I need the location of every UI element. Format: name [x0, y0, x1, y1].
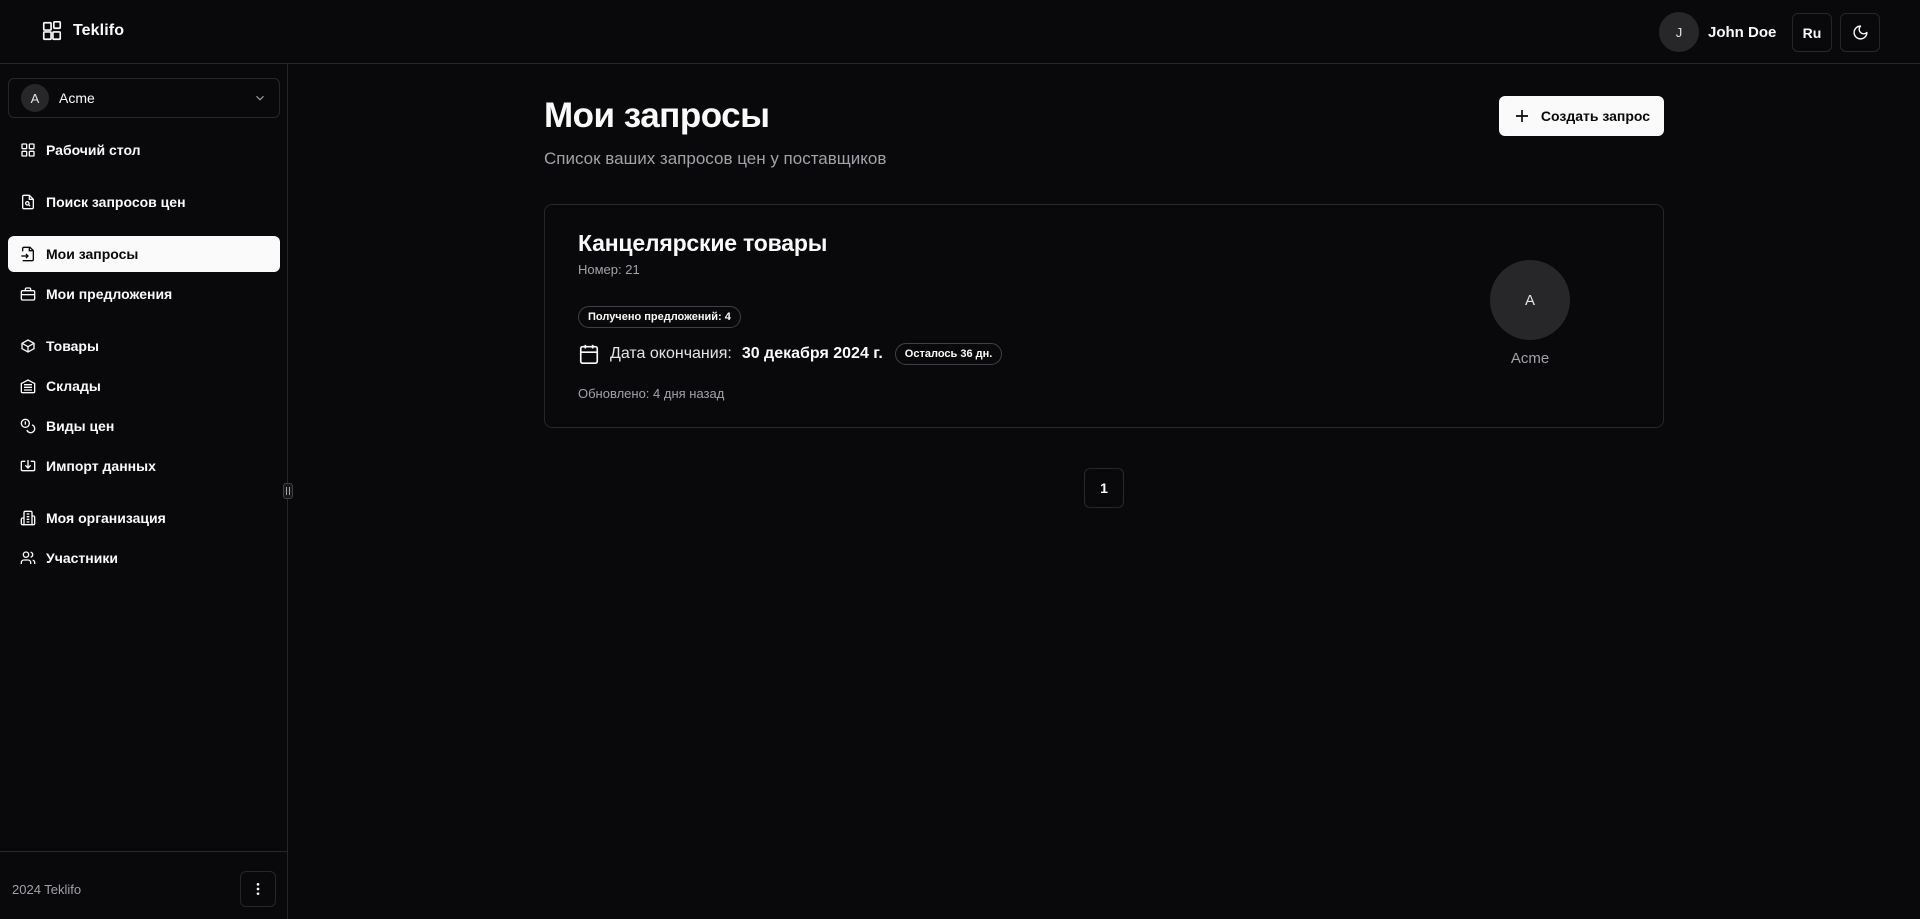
coins-icon [20, 418, 36, 434]
sidebar-resize-handle[interactable] [283, 483, 293, 499]
company-avatar: A [1490, 260, 1570, 340]
language-button[interactable]: Ru [1792, 13, 1832, 52]
pagination-page-button[interactable]: 1 [1084, 468, 1124, 508]
dashboard-icon [21, 143, 35, 157]
request-card[interactable]: Канцелярские товары Номер: 21 Получено п… [544, 204, 1664, 428]
updated-text: Обновлено: 4 дня назад [578, 386, 725, 401]
sidebar-item-my-organization[interactable]: Моя организация [8, 500, 280, 536]
request-title[interactable]: Канцелярские товары [578, 230, 827, 257]
brand-name: Teklifo [73, 22, 125, 39]
theme-toggle-button[interactable] [1840, 13, 1880, 52]
sidebar-item-warehouses[interactable]: Склады [8, 368, 280, 404]
sidebar-item-search-requests[interactable]: Поиск запросов цен [8, 184, 280, 220]
create-request-label: Создать запрос [1540, 108, 1651, 124]
organization-switcher[interactable]: A Acme [8, 78, 280, 118]
moon-icon [1852, 25, 1868, 40]
deadline-row: Дата окончания: 30 декабря 2024 г. Остал… [578, 343, 1003, 365]
calendar-icon [579, 344, 599, 364]
sidebar-item-my-requests[interactable]: Мои запросы [8, 236, 280, 272]
page-subtitle: Список ваших запросов цен у поставщиков [544, 149, 887, 168]
sidebar-item-my-offers[interactable]: Мои предложения [8, 276, 280, 312]
sidebar-footer: 2024 Teklifo [0, 851, 287, 919]
copyright-text: 2024 Teklifo [12, 882, 82, 897]
users-icon [20, 551, 36, 564]
file-input-icon [21, 246, 34, 262]
sidebar-item-label: Склады [46, 378, 101, 394]
create-request-button[interactable]: Создать запрос [1499, 96, 1664, 136]
sidebar-item-label: Рабочий стол [46, 142, 141, 158]
sidebar-item-label: Моя организация [46, 510, 166, 526]
sidebar-item-label: Товары [46, 338, 99, 354]
org-avatar: A [21, 84, 49, 112]
sidebar-item-label: Импорт данных [46, 458, 156, 474]
logo-icon [42, 21, 62, 41]
grip-icon [286, 487, 290, 495]
brand-logo-link[interactable]: Teklifo [41, 20, 124, 42]
import-icon [20, 460, 36, 472]
deadline-date: 30 декабря 2024 г. [741, 345, 883, 362]
sidebar-item-label: Мои предложения [46, 286, 173, 302]
sidebar-item-label: Виды цен [46, 418, 115, 434]
sidebar-more-button[interactable] [240, 871, 276, 907]
deadline-label: Дата окончания: [610, 345, 732, 362]
sidebar-item-label: Участники [46, 550, 118, 566]
more-vertical-icon [256, 883, 260, 895]
user-name: John Doe [1708, 23, 1777, 41]
sidebar-item-products[interactable]: Товары [8, 328, 280, 364]
sidebar-item-members[interactable]: Участники [8, 540, 280, 576]
sidebar-item-label: Поиск запросов цен [46, 194, 186, 210]
package-icon [21, 339, 35, 353]
sidebar-item-label: Мои запросы [46, 246, 139, 262]
sidebar-item-data-import[interactable]: Импорт данных [8, 448, 280, 484]
briefcase-icon [20, 287, 36, 301]
sidebar: A Acme Рабочий стол Поиск запросов цен М… [0, 64, 288, 919]
chevron-down-icon [256, 95, 264, 101]
org-name: Acme [59, 90, 95, 106]
plus-icon [1515, 110, 1528, 122]
building-icon [20, 510, 36, 526]
company-name: Acme [1510, 350, 1550, 367]
user-menu[interactable]: J John Doe [1659, 12, 1776, 52]
page-title: Мои запросы [544, 96, 770, 135]
sidebar-item-price-types[interactable]: Виды цен [8, 408, 280, 444]
offers-count-badge: Получено предложений: 4 [578, 306, 741, 328]
warehouse-icon [20, 379, 36, 394]
file-search-icon [22, 194, 34, 210]
top-header: Teklifo J John Doe Ru [0, 0, 1920, 64]
user-avatar: J [1659, 12, 1699, 52]
days-remaining-badge: Осталось 36 дн. [894, 343, 1003, 365]
sidebar-item-dashboard[interactable]: Рабочий стол [8, 132, 280, 168]
request-number: Номер: 21 [578, 262, 640, 277]
